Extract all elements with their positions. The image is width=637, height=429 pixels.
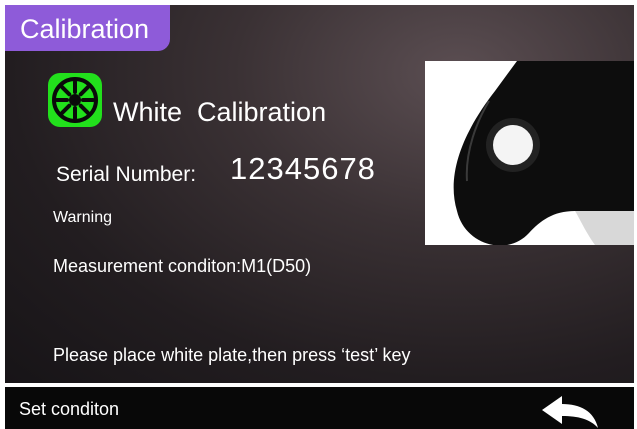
set-condition-button[interactable]: Set conditon bbox=[19, 399, 119, 419]
back-arrow-icon[interactable] bbox=[540, 395, 600, 429]
aperture-icon bbox=[48, 73, 102, 127]
calibration-heading: White Calibration bbox=[113, 97, 327, 127]
white-plate-image bbox=[425, 61, 634, 245]
footer-bar: Set conditon bbox=[5, 387, 634, 429]
calibration-screen: Calibration White Calibration Serial Num… bbox=[0, 0, 637, 429]
measurement-condition: Measurement conditon:M1(D50) bbox=[53, 256, 312, 276]
serial-number-value: 12345678 bbox=[230, 151, 376, 186]
warning-text: Warning bbox=[53, 209, 112, 226]
title-tab: Calibration bbox=[5, 5, 170, 51]
serial-number-label: Serial Number: bbox=[56, 163, 197, 186]
page-title: Calibration bbox=[20, 14, 150, 44]
instruction-text: Please place white plate,then press ‘tes… bbox=[53, 345, 411, 365]
main-panel: Calibration White Calibration Serial Num… bbox=[5, 5, 634, 383]
white-plate-illustration bbox=[425, 61, 634, 245]
